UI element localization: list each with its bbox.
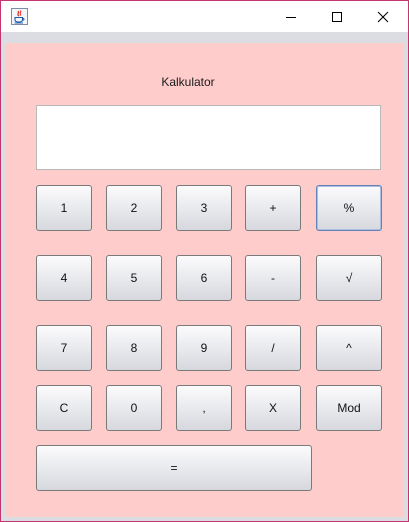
close-icon	[377, 11, 389, 22]
key-0[interactable]: 0	[106, 385, 162, 431]
key-5[interactable]: 5	[106, 255, 162, 301]
key-minus[interactable]: -	[245, 255, 301, 301]
calculator-panel: Kalkulator 1 2 3 + % 4 5 6 - √ 7 8 9 / ^…	[5, 43, 404, 517]
key-percent[interactable]: %	[316, 185, 382, 231]
key-plus[interactable]: +	[245, 185, 301, 231]
key-multiply[interactable]: X	[245, 385, 301, 431]
minimize-icon	[286, 16, 296, 18]
maximize-button[interactable]	[314, 1, 360, 32]
key-clear[interactable]: C	[36, 385, 92, 431]
result-display[interactable]	[36, 105, 381, 170]
maximize-icon	[332, 11, 342, 22]
key-1[interactable]: 1	[36, 185, 92, 231]
app-title-label: Kalkulator	[161, 75, 215, 89]
java-icon	[11, 8, 28, 25]
key-4[interactable]: 4	[36, 255, 92, 301]
key-2[interactable]: 2	[106, 185, 162, 231]
window-frame-top	[1, 32, 408, 43]
key-6[interactable]: 6	[176, 255, 232, 301]
key-power[interactable]: ^	[316, 325, 382, 371]
key-9[interactable]: 9	[176, 325, 232, 371]
key-mod[interactable]: Mod	[316, 385, 382, 431]
window-frame-bottom	[1, 517, 408, 521]
key-divide[interactable]: /	[245, 325, 301, 371]
title-bar[interactable]	[1, 1, 408, 32]
key-3[interactable]: 3	[176, 185, 232, 231]
close-button[interactable]	[360, 1, 406, 32]
key-equals[interactable]: =	[36, 445, 312, 491]
key-8[interactable]: 8	[106, 325, 162, 371]
key-7[interactable]: 7	[36, 325, 92, 371]
app-window: Kalkulator 1 2 3 + % 4 5 6 - √ 7 8 9 / ^…	[0, 0, 409, 522]
key-sqrt[interactable]: √	[316, 255, 382, 301]
key-comma[interactable]: ,	[176, 385, 232, 431]
window-frame-right	[404, 43, 408, 521]
minimize-button[interactable]	[268, 1, 314, 32]
